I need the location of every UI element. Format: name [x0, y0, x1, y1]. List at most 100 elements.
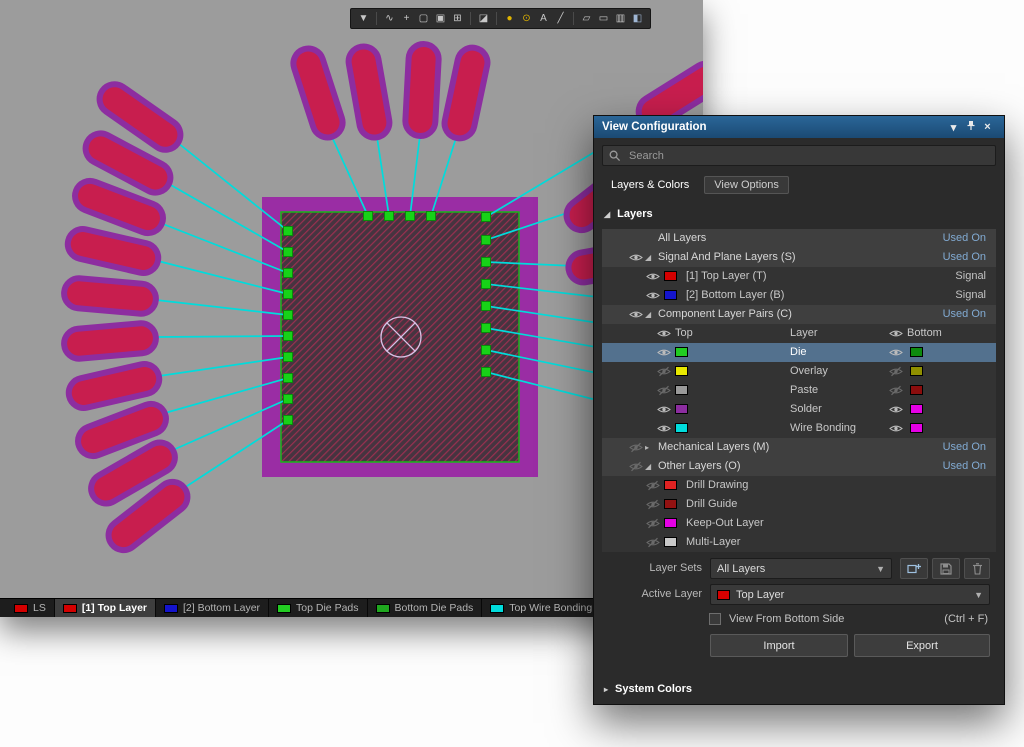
chart-icon[interactable]: ▥: [613, 10, 628, 27]
eye-hidden-icon[interactable]: [657, 366, 671, 377]
eye-hidden-icon[interactable]: [646, 480, 660, 491]
layer-label: Die: [790, 346, 807, 358]
layer-color-swatch[interactable]: [910, 385, 923, 395]
via-icon[interactable]: ●: [502, 10, 517, 27]
layer-tab[interactable]: [2] Bottom Layer: [156, 599, 269, 617]
eye-visible-icon[interactable]: [889, 404, 903, 415]
layer-row[interactable]: Solder: [602, 400, 996, 419]
eye-visible-icon[interactable]: [629, 309, 643, 320]
eye-visible-icon[interactable]: [889, 423, 903, 434]
layer-group-row[interactable]: ▸Mechanical Layers (M)Used On: [602, 438, 996, 457]
delete-layer-set-button[interactable]: [964, 558, 990, 579]
eye-hidden-icon[interactable]: [629, 461, 643, 472]
layer-tab[interactable]: Top Die Pads: [269, 599, 367, 617]
lasso-select-icon[interactable]: ∿: [382, 10, 397, 27]
layer-sets-dropdown[interactable]: All Layers ▼: [710, 558, 892, 579]
eye-visible-icon[interactable]: [629, 252, 643, 263]
eye-hidden-icon[interactable]: [629, 442, 643, 453]
eye-visible-icon[interactable]: [657, 404, 671, 415]
import-button[interactable]: Import: [710, 634, 848, 657]
system-colors-section-header[interactable]: ▸ System Colors: [604, 683, 994, 695]
save-layer-set-button[interactable]: [932, 558, 960, 579]
layer-tab-swatch: [490, 604, 504, 613]
eye-visible-icon[interactable]: [657, 347, 671, 358]
layer-row[interactable]: Paste: [602, 381, 996, 400]
layer-group-row[interactable]: ◢Other Layers (O)Used On: [602, 457, 996, 476]
region-icon[interactable]: ▭: [596, 10, 611, 27]
layer-row[interactable]: [2] Bottom Layer (B)Signal: [602, 286, 996, 305]
layer-row[interactable]: Die: [602, 343, 996, 362]
board-view-icon[interactable]: ◧: [630, 10, 645, 27]
layer-color-swatch[interactable]: [675, 423, 688, 433]
layer-color-swatch[interactable]: [664, 480, 677, 490]
layer-group-row[interactable]: ◢Component Layer Pairs (C)Used On: [602, 305, 996, 324]
layer-color-swatch[interactable]: [910, 423, 923, 433]
marquee-select-icon[interactable]: ▢: [416, 10, 431, 27]
layer-tab[interactable]: LS: [6, 599, 55, 617]
layer-row[interactable]: Wire Bonding: [602, 419, 996, 438]
layer-color-swatch[interactable]: [910, 404, 923, 414]
eye-visible-icon[interactable]: [657, 328, 671, 339]
layer-color-swatch[interactable]: [675, 404, 688, 414]
eye-visible-icon[interactable]: [889, 347, 903, 358]
pad-icon[interactable]: ⊙: [519, 10, 534, 27]
search-input[interactable]: [627, 146, 989, 165]
union-icon[interactable]: ▣: [433, 10, 448, 27]
eye-hidden-icon[interactable]: [889, 366, 903, 377]
layer-row[interactable]: [1] Top Layer (T)Signal: [602, 267, 996, 286]
layer-row[interactable]: Drill Drawing: [602, 476, 996, 495]
group-expanded-icon[interactable]: ◢: [645, 310, 651, 319]
group-expanded-icon[interactable]: ◢: [645, 253, 651, 262]
add-layer-set-button[interactable]: [900, 558, 928, 579]
group-collapsed-icon[interactable]: ▸: [645, 443, 649, 452]
layer-color-swatch[interactable]: [910, 347, 923, 357]
layer-color-swatch[interactable]: [664, 537, 677, 547]
tab-layers-and-colors[interactable]: Layers & Colors: [602, 177, 698, 193]
move-icon[interactable]: +: [399, 10, 414, 27]
layer-color-swatch[interactable]: [675, 385, 688, 395]
layer-color-swatch[interactable]: [664, 271, 677, 281]
panel-close-icon[interactable]: ×: [979, 121, 996, 133]
eraser-icon[interactable]: ◪: [476, 10, 491, 27]
eye-visible-icon[interactable]: [657, 423, 671, 434]
tab-view-options[interactable]: View Options: [704, 176, 789, 194]
layer-color-swatch[interactable]: [910, 366, 923, 376]
layer-row[interactable]: Overlay: [602, 362, 996, 381]
layer-color-swatch[interactable]: [675, 347, 688, 357]
layer-tab[interactable]: [1] Top Layer: [55, 599, 156, 617]
view-from-bottom-checkbox[interactable]: [709, 613, 721, 625]
layer-tab[interactable]: Bottom Die Pads: [368, 599, 483, 617]
layers-section-header[interactable]: ◢ Layers: [604, 208, 994, 220]
active-layer-dropdown[interactable]: Top Layer ▼: [710, 584, 990, 605]
align-icon[interactable]: ⊞: [450, 10, 465, 27]
eye-visible-icon[interactable]: [646, 290, 660, 301]
pair-header-row[interactable]: TopLayerBottom: [602, 324, 996, 343]
layer-row[interactable]: Keep-Out Layer: [602, 514, 996, 533]
eye-visible-icon[interactable]: [889, 328, 903, 339]
eye-hidden-icon[interactable]: [657, 385, 671, 396]
search-box[interactable]: [602, 145, 996, 166]
layer-row[interactable]: Multi-Layer: [602, 533, 996, 552]
layer-group-row[interactable]: ◢Signal And Plane Layers (S)Used On: [602, 248, 996, 267]
layer-row[interactable]: All LayersUsed On: [602, 229, 996, 248]
eye-hidden-icon[interactable]: [646, 537, 660, 548]
export-button[interactable]: Export: [854, 634, 990, 657]
eye-hidden-icon[interactable]: [646, 518, 660, 529]
panel-pin-icon[interactable]: [962, 120, 979, 134]
eye-hidden-icon[interactable]: [646, 499, 660, 510]
text-icon[interactable]: A: [536, 10, 551, 27]
layer-color-swatch[interactable]: [664, 499, 677, 509]
layer-tab[interactable]: Top Wire Bonding: [482, 599, 601, 617]
layer-color-swatch[interactable]: [664, 518, 677, 528]
eye-hidden-icon[interactable]: [889, 385, 903, 396]
polygon-icon[interactable]: ▱: [579, 10, 594, 27]
layer-color-swatch[interactable]: [664, 290, 677, 300]
layer-row[interactable]: Drill Guide: [602, 495, 996, 514]
panel-dropdown-icon[interactable]: ▾: [945, 121, 962, 134]
group-expanded-icon[interactable]: ◢: [645, 462, 651, 471]
line-icon[interactable]: ╱: [553, 10, 568, 27]
filter-icon[interactable]: ▼: [356, 10, 371, 27]
layer-color-swatch[interactable]: [675, 366, 688, 376]
panel-titlebar[interactable]: View Configuration ▾ ×: [594, 116, 1004, 138]
eye-visible-icon[interactable]: [646, 271, 660, 282]
